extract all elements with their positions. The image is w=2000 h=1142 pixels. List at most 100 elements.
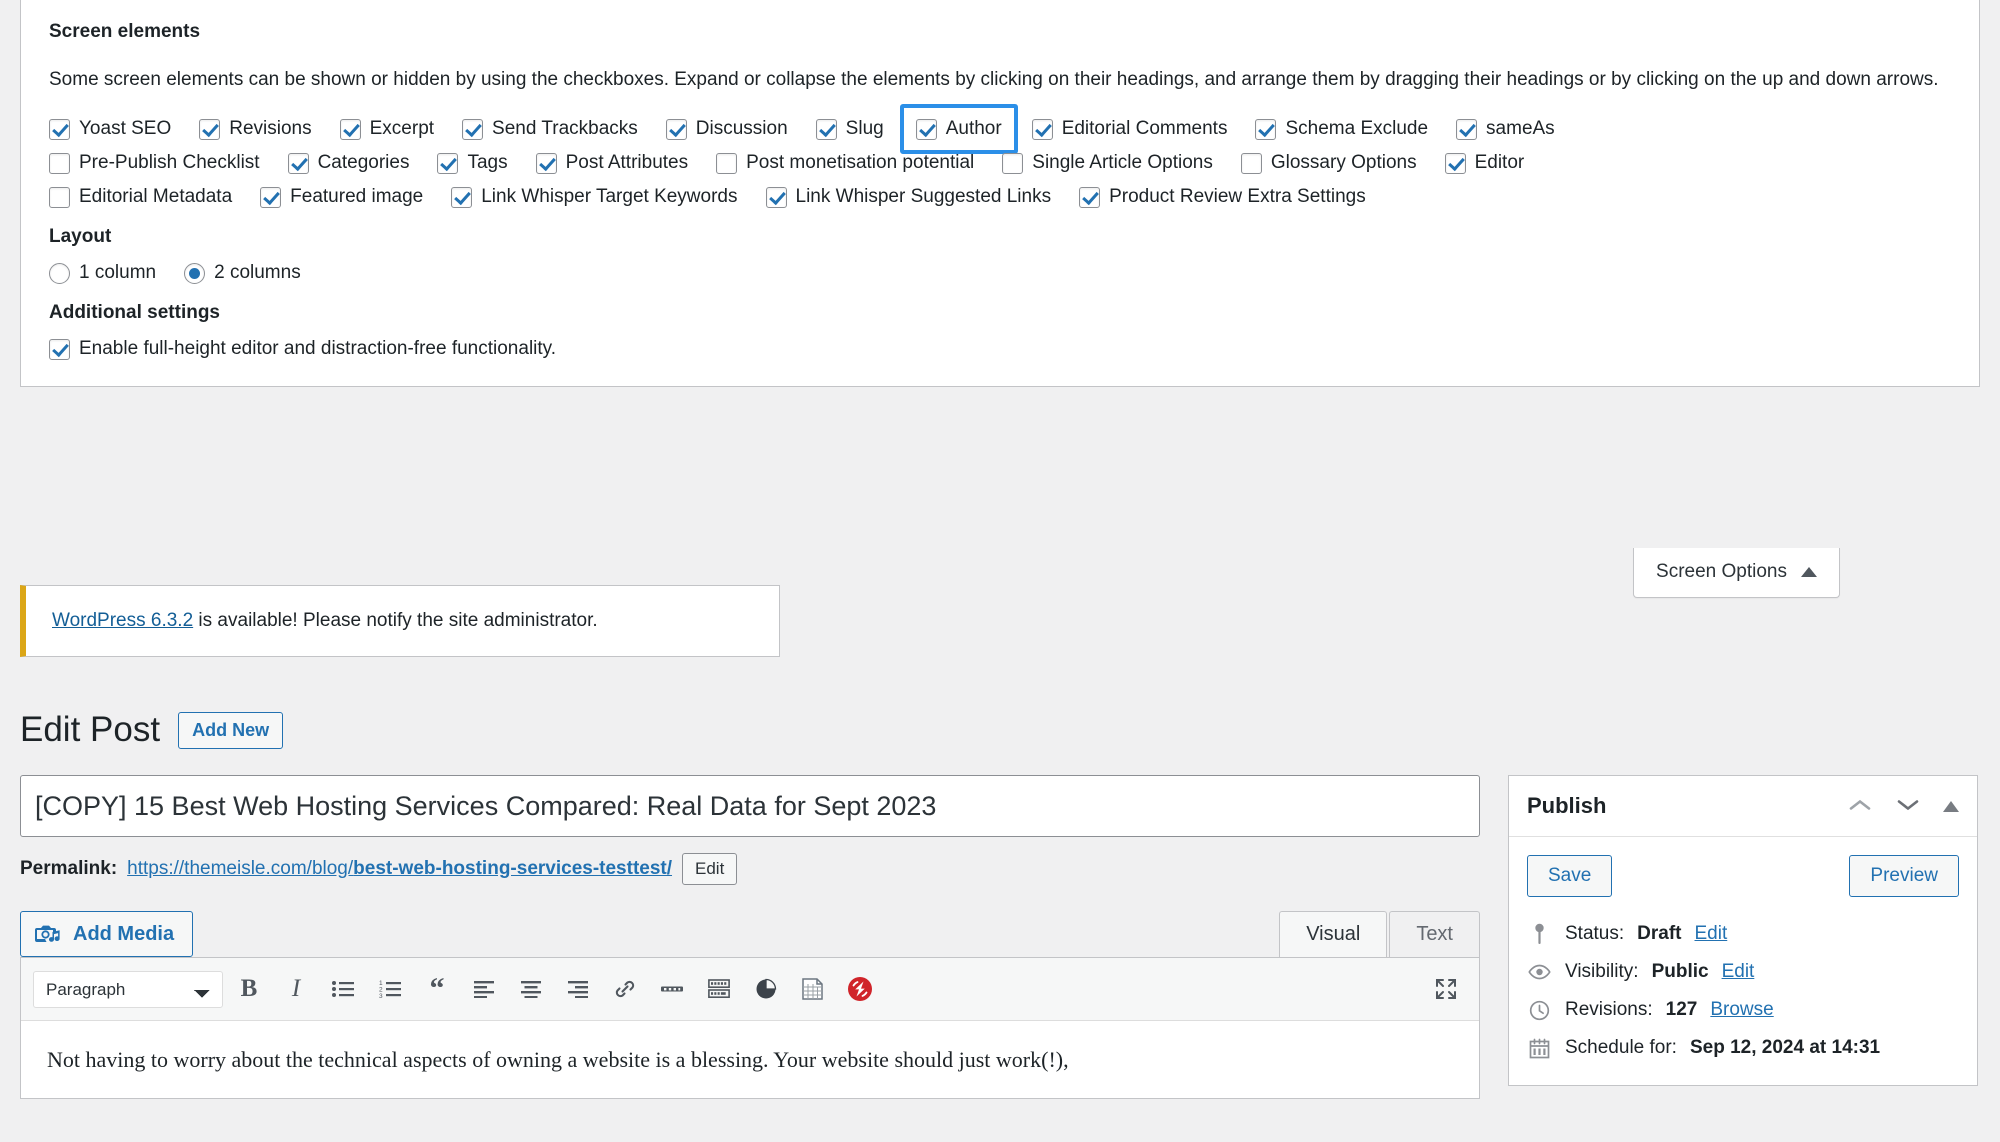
chart-pie-icon[interactable]	[745, 969, 787, 1009]
screen-element-option-editorial-metadata[interactable]: Editorial Metadata	[49, 186, 232, 208]
screen-element-option-single-article-options[interactable]: Single Article Options	[1002, 152, 1213, 174]
screen-element-option-yoast-seo[interactable]: Yoast SEO	[49, 118, 171, 140]
tab-text[interactable]: Text	[1389, 911, 1480, 957]
publish-row-action[interactable]: Edit	[1722, 961, 1755, 983]
tab-visual[interactable]: Visual	[1279, 911, 1388, 957]
publish-row-action[interactable]: Edit	[1695, 923, 1728, 945]
screen-element-option-glossary-options[interactable]: Glossary Options	[1240, 152, 1417, 174]
chevron-down-icon[interactable]	[1895, 795, 1921, 817]
screen-element-label: Revisions	[229, 118, 312, 140]
checkbox-icon[interactable]	[765, 186, 787, 208]
distraction-free-icon[interactable]	[1425, 969, 1467, 1009]
screen-element-option-author[interactable]: Author	[899, 104, 1018, 155]
checkbox-icon[interactable]	[339, 118, 361, 140]
toolbar-toggle-icon[interactable]	[698, 969, 740, 1009]
screen-element-option-post-monetisation-potential[interactable]: Post monetisation potential	[716, 152, 974, 174]
screen-element-label: Product Review Extra Settings	[1109, 186, 1366, 208]
screen-element-option-editor[interactable]: Editor	[1444, 152, 1524, 174]
screen-element-option-product-review-extra-settings[interactable]: Product Review Extra Settings	[1079, 186, 1366, 208]
screen-element-option-link-whisper-target-keywords[interactable]: Link Whisper Target Keywords	[451, 186, 738, 208]
screen-element-option-schema-exclude[interactable]: Schema Exclude	[1255, 118, 1428, 140]
post-title-input[interactable]	[20, 775, 1480, 837]
screen-element-option-send-trackbacks[interactable]: Send Trackbacks	[462, 118, 638, 140]
checkbox-icon[interactable]	[437, 152, 459, 174]
screen-element-option-discussion[interactable]: Discussion	[665, 118, 788, 140]
additional-settings-group: Enable full-height editor and distractio…	[49, 338, 1951, 360]
insert-link-icon[interactable]	[604, 969, 646, 1009]
bold-icon[interactable]: B	[228, 969, 270, 1009]
checkbox-icon[interactable]	[1240, 152, 1262, 174]
screen-element-option-editorial-comments[interactable]: Editorial Comments	[1031, 118, 1227, 140]
read-more-icon[interactable]	[651, 969, 693, 1009]
triangle-up-icon[interactable]	[1943, 800, 1959, 812]
checkbox-icon[interactable]	[49, 338, 70, 360]
checkbox-icon[interactable]	[451, 186, 473, 208]
permalink-edit-button[interactable]: Edit	[682, 853, 738, 885]
align-left-icon[interactable]	[463, 969, 505, 1009]
checkbox-icon[interactable]	[535, 152, 557, 174]
screen-element-option-categories[interactable]: Categories	[287, 152, 410, 174]
screen-elements-row: Yoast SEO Revisions Excerpt Send Trackbacks…	[49, 104, 1951, 155]
checkbox-icon[interactable]	[915, 118, 937, 140]
screen-element-label: sameAs	[1486, 118, 1555, 140]
italic-icon[interactable]: I	[275, 969, 317, 1009]
table-icon[interactable]	[792, 969, 834, 1009]
editor-toolbar: ParagraphHeading 1Heading 2Heading 3Head…	[21, 958, 1479, 1021]
screen-element-option-post-attributes[interactable]: Post Attributes	[535, 152, 688, 174]
checkbox-icon[interactable]	[1079, 186, 1101, 208]
checkbox-icon[interactable]	[1002, 152, 1024, 174]
paragraph-format-select[interactable]: ParagraphHeading 1Heading 2Heading 3Head…	[33, 970, 223, 1008]
wp-rocket-icon[interactable]	[839, 969, 881, 1009]
checkbox-icon[interactable]	[1031, 118, 1053, 140]
checkbox-icon[interactable]	[260, 186, 282, 208]
layout-option-1-column[interactable]: 1 column	[49, 262, 156, 284]
screen-element-option-revisions[interactable]: Revisions	[199, 118, 312, 140]
screen-element-option-slug[interactable]: Slug	[815, 118, 884, 140]
checkbox-icon[interactable]	[1456, 118, 1478, 140]
publish-row-action[interactable]: Browse	[1710, 999, 1773, 1021]
align-center-icon[interactable]	[510, 969, 552, 1009]
screen-element-label: Featured image	[290, 186, 424, 208]
checkbox-icon[interactable]	[462, 118, 484, 140]
checkbox-icon[interactable]	[716, 152, 738, 174]
add-media-button[interactable]: Add Media	[20, 911, 194, 957]
screen-element-option-featured-image[interactable]: Featured image	[260, 186, 423, 208]
publish-actions: Save Preview	[1509, 837, 1977, 911]
checkbox-icon[interactable]	[1255, 118, 1277, 140]
page-header: Edit Post Add New	[20, 709, 2000, 751]
screen-elements-description: Some screen elements can be shown or hid…	[49, 69, 1939, 90]
additional-setting-full-height-editor[interactable]: Enable full-height editor and distractio…	[49, 338, 556, 360]
checkbox-icon[interactable]	[815, 118, 837, 140]
save-button[interactable]: Save	[1527, 855, 1613, 897]
screen-element-option-link-whisper-suggested-links[interactable]: Link Whisper Suggested Links	[765, 186, 1051, 208]
wordpress-version-link[interactable]: WordPress 6.3.2	[52, 610, 193, 631]
checkbox-icon[interactable]	[1444, 152, 1466, 174]
checkbox-icon[interactable]	[287, 152, 309, 174]
layout-heading: Layout	[49, 226, 112, 248]
chevron-up-icon[interactable]	[1847, 795, 1873, 817]
add-new-button[interactable]: Add New	[178, 711, 284, 749]
checkbox-icon[interactable]	[199, 118, 221, 140]
blockquote-icon[interactable]: “	[416, 969, 458, 1009]
screen-element-option-excerpt[interactable]: Excerpt	[339, 118, 434, 140]
screen-element-option-pre-publish-checklist[interactable]: Pre-Publish Checklist	[49, 152, 260, 174]
checkbox-icon[interactable]	[49, 186, 70, 208]
permalink-slug: best-web-hosting-services-testtest/	[353, 858, 673, 879]
checkbox-icon[interactable]	[49, 152, 70, 174]
align-right-icon[interactable]	[557, 969, 599, 1009]
editor-content-area[interactable]: Not having to worry about the technical …	[21, 1021, 1479, 1098]
bulleted-list-icon[interactable]	[322, 969, 364, 1009]
clock-icon	[1527, 1000, 1552, 1021]
screen-element-label: Categories	[317, 152, 410, 174]
layout-option-2-columns[interactable]: 2 columns	[184, 262, 301, 284]
radio-icon[interactable]	[184, 262, 206, 284]
screen-element-option-tags[interactable]: Tags	[437, 152, 508, 174]
preview-button[interactable]: Preview	[1849, 855, 1959, 897]
editor-columns: Permalink: https://themeisle.com/blog/be…	[0, 775, 2000, 1099]
numbered-list-icon[interactable]: 123	[369, 969, 411, 1009]
checkbox-icon[interactable]	[49, 118, 70, 140]
screen-element-option-sameas[interactable]: sameAs	[1456, 118, 1555, 140]
permalink-link[interactable]: https://themeisle.com/blog/best-web-host…	[127, 858, 672, 880]
checkbox-icon[interactable]	[665, 118, 687, 140]
radio-icon[interactable]	[49, 262, 70, 284]
